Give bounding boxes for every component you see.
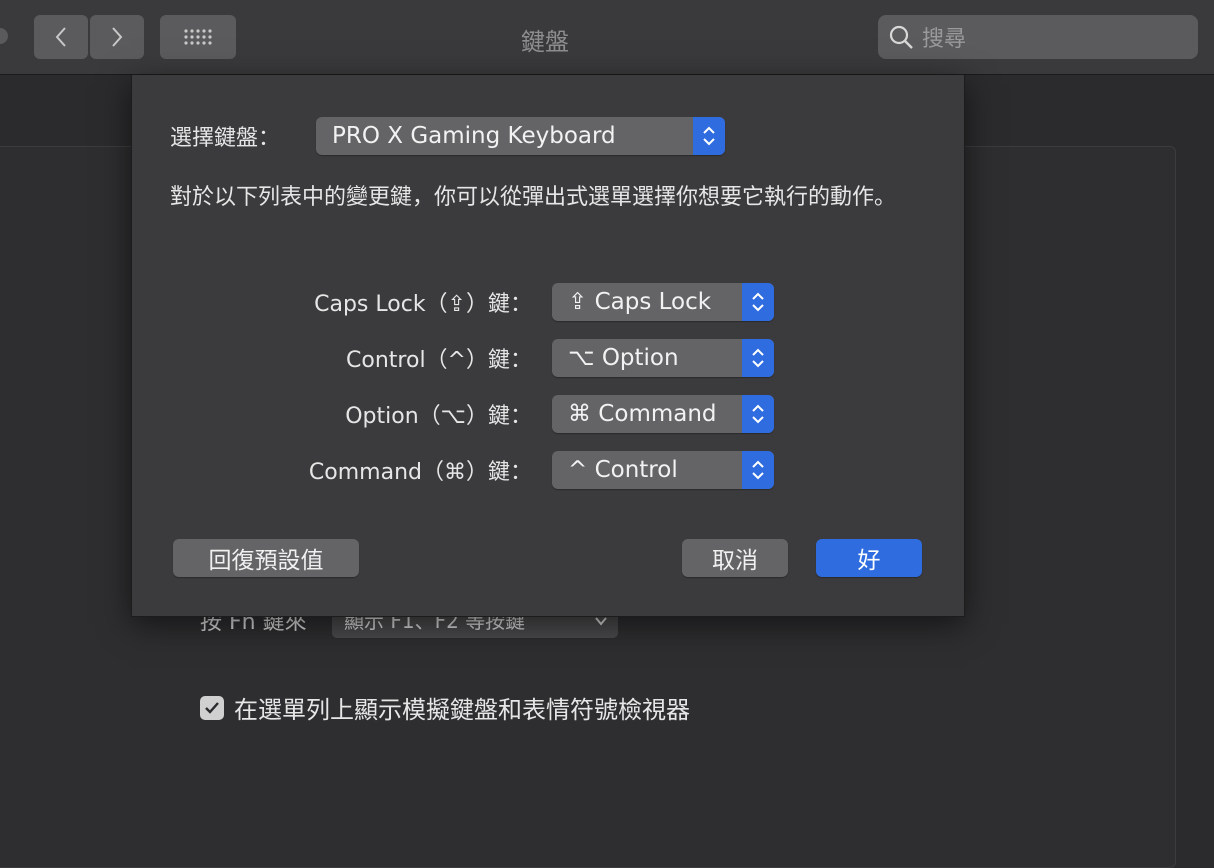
updown-chevron-icon — [742, 451, 774, 489]
show-keyboard-viewer-label: 在選單列上顯示模擬鍵盤和表情符號檢視器 — [234, 696, 690, 724]
search-icon — [889, 25, 913, 49]
updown-chevron-icon — [693, 117, 725, 155]
show-keyboard-viewer-row[interactable]: 在選單列上顯示模擬鍵盤和表情符號檢視器 — [200, 690, 690, 725]
modifier-popup-value: ⇪ Caps Lock — [568, 289, 712, 315]
window-toolbar: 鍵盤 搜尋 — [0, 0, 1214, 75]
modifier-popup-command[interactable]: ^ Control — [552, 451, 774, 489]
sheet-description: 對於以下列表中的變更鍵，你可以從彈出式選單選擇你想要它執行的動作。 — [170, 185, 897, 210]
modifier-popup-control[interactable]: ⌥ Option — [552, 339, 774, 377]
modifier-popup-value: ⌥ Option — [568, 345, 679, 371]
keyboard-select-popup[interactable]: PRO X Gaming Keyboard — [316, 117, 725, 155]
cancel-button[interactable]: 取消 — [682, 539, 788, 577]
updown-chevron-icon — [742, 283, 774, 321]
modifier-keys-sheet: 選擇鍵盤： PRO X Gaming Keyboard 對於以下列表中的變更鍵，… — [131, 75, 965, 617]
updown-chevron-icon — [742, 339, 774, 377]
updown-chevron-icon — [742, 395, 774, 433]
restore-defaults-button[interactable]: 回復預設值 — [173, 539, 359, 577]
modifier-row-option: Option（⌥）鍵： ⌘ Command — [132, 395, 774, 433]
keyboard-select-row: 選擇鍵盤： PRO X Gaming Keyboard — [170, 117, 725, 155]
modifier-row-control: Control（^）鍵： ⌥ Option — [132, 339, 774, 377]
show-keyboard-viewer-checkbox[interactable] — [200, 695, 224, 720]
search-placeholder: 搜尋 — [922, 27, 967, 52]
ok-button[interactable]: 好 — [816, 539, 922, 577]
keyboard-select-value: PRO X Gaming Keyboard — [332, 123, 616, 149]
modifier-label: Caps Lock（⇪）鍵： — [314, 292, 532, 317]
modifier-row-command: Command（⌘）鍵： ^ Control — [132, 451, 774, 489]
checkmark-icon — [205, 701, 219, 714]
modifier-row-caps-lock: Caps Lock（⇪）鍵： ⇪ Caps Lock — [132, 283, 774, 321]
modifier-popup-option[interactable]: ⌘ Command — [552, 395, 774, 433]
modifier-popup-caps-lock[interactable]: ⇪ Caps Lock — [552, 283, 774, 321]
modifier-label: Option（⌥）鍵： — [345, 404, 532, 429]
modifier-label: Control（^）鍵： — [346, 348, 532, 373]
keyboard-select-label: 選擇鍵盤： — [170, 126, 281, 151]
modifier-popup-value: ^ Control — [568, 457, 678, 483]
modifier-label: Command（⌘）鍵： — [308, 460, 532, 485]
modifier-popup-value: ⌘ Command — [568, 401, 717, 427]
search-input[interactable]: 搜尋 — [878, 15, 1198, 59]
